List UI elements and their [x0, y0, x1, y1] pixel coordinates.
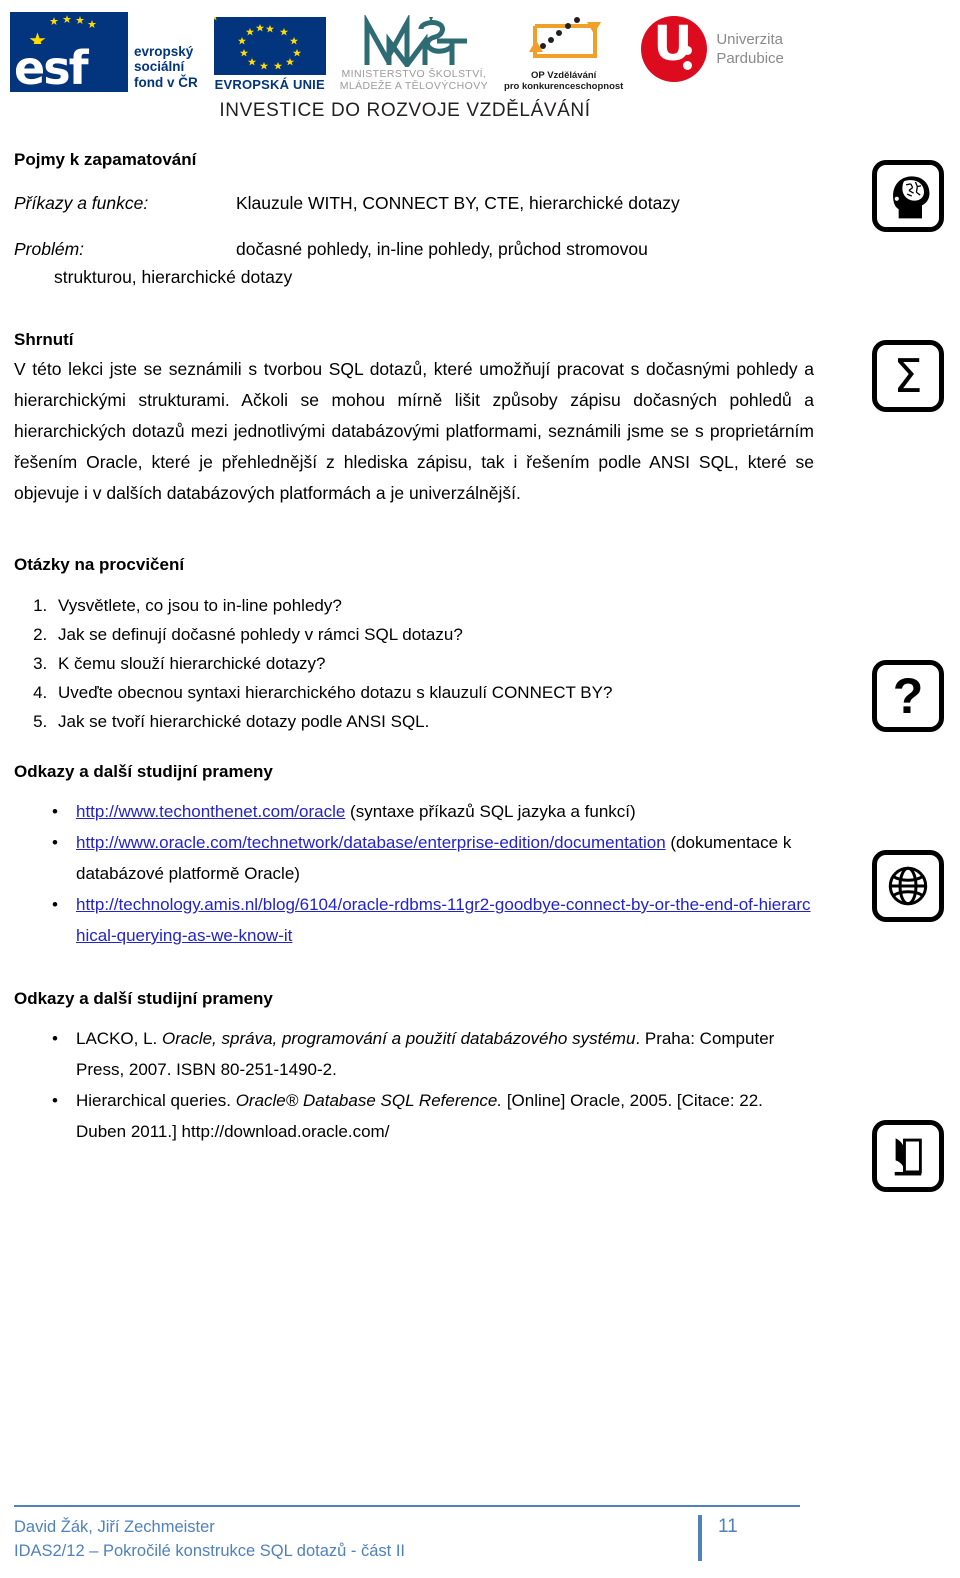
footer-text-block: David Žák, Jiří Zechmeister IDAS2/12 – P…	[14, 1515, 698, 1563]
citation-title: Oracle® Database SQL Reference.	[235, 1091, 503, 1110]
external-link[interactable]: http://www.techonthenet.com/oracle	[76, 802, 345, 821]
msmt-caption-line-1: MINISTERSTVO ŠKOLSTVÍ,	[341, 68, 487, 80]
list-item: http://technology.amis.nl/blog/6104/orac…	[52, 889, 814, 951]
questions-section-heading: Otázky na procvičení	[14, 555, 185, 574]
esf-caption-line-1: evropský	[134, 43, 194, 59]
citation-prefix: Hierarchical queries.	[76, 1091, 236, 1110]
upce-circle-mark: U	[641, 16, 708, 82]
question-mark-icon: ?	[872, 660, 944, 732]
list-item: K čemu slouží hierarchické dotazy?	[52, 649, 814, 678]
opvk-caption-line-1: OP Vzdělávání	[531, 70, 597, 81]
terms-value-commands: Klauzule WITH, CONNECT BY, CTE, hierarch…	[236, 193, 680, 213]
msmt-mark-icon	[359, 13, 469, 70]
globe-icon	[872, 850, 944, 922]
links-section-heading: Odkazy a další studijní prameny	[14, 762, 273, 781]
msmt-caption: MINISTERSTVO ŠKOLSTVÍ, MLÁDEŽE A TĚLOVÝC…	[340, 68, 488, 92]
brain-head-glyph	[877, 165, 939, 227]
opvk-mark-icon	[521, 16, 607, 68]
list-item: Jak se tvoří hierarchické dotazy podle A…	[52, 707, 814, 736]
header-logo-strip: esf evropský sociální fond v ČR EVROPSKÁ…	[0, 0, 960, 140]
list-item: http://www.techonthenet.com/oracle (synt…	[52, 796, 814, 827]
bibliography-icon-slot	[872, 1120, 948, 1192]
page-number: 11	[718, 1516, 738, 1537]
globe-glyph	[877, 855, 939, 917]
footer-body: David Žák, Jiří Zechmeister IDAS2/12 – P…	[14, 1515, 800, 1563]
list-item: LACKO, L. Oracle, správa, programování a…	[52, 1023, 814, 1085]
summary-icon-slot: Σ	[872, 340, 948, 412]
link-note: (syntaxe příkazů SQL jazyka a funkcí)	[345, 802, 636, 821]
question-mark-glyph: ?	[892, 668, 924, 724]
terms-row-problem: Problém: dočasné pohledy, in-line pohled…	[14, 236, 814, 262]
terms-key-commands: Příkazy a funkce:	[14, 193, 149, 213]
terms-key-problem: Problém:	[14, 239, 85, 259]
questions-icon-slot: ?	[872, 660, 948, 732]
footer-vertical-bar	[698, 1515, 702, 1561]
univerzita-pardubice-logo: U Univerzita Pardubice	[641, 6, 784, 92]
msmt-logo: MINISTERSTVO ŠKOLSTVÍ, MLÁDEŽE A TĚLOVÝC…	[340, 6, 488, 92]
opvk-caption: OP Vzdělávání pro konkurenceschopnost	[504, 70, 623, 92]
eu-flag	[209, 13, 326, 75]
sigma-icon: Σ	[872, 340, 944, 412]
esf-caption-line-2: sociální	[134, 59, 185, 74]
esf-logo: esf evropský sociální fond v ČR	[10, 6, 198, 92]
eu-stars-icon	[209, 13, 301, 70]
upce-caption-line-2: Pardubice	[716, 50, 784, 67]
links-list: http://www.techonthenet.com/oracle (synt…	[14, 796, 814, 951]
external-link[interactable]: http://www.oracle.com/technetwork/databa…	[76, 833, 666, 852]
footer-course: IDAS2/12 – Pokročilé konstrukce SQL dota…	[14, 1542, 405, 1560]
page-footer: David Žák, Jiří Zechmeister IDAS2/12 – P…	[14, 1505, 800, 1563]
book-glyph	[877, 1125, 939, 1187]
eu-caption: EVROPSKÁ UNIE	[214, 77, 325, 92]
list-item: Jak se definují dočasné pohledy v rámci …	[52, 620, 814, 649]
opvk-caption-line-2: pro konkurenceschopnost	[504, 81, 624, 92]
footer-divider	[14, 1505, 800, 1507]
brain-head-icon	[872, 160, 944, 232]
terms-section-heading: Pojmy k zapamatování	[14, 150, 197, 169]
bibliography-section-heading: Odkazy a další studijní prameny	[14, 989, 273, 1008]
terms-row-commands: Příkazy a funkce: Klauzule WITH, CONNECT…	[14, 190, 814, 216]
terms-icon-slot	[872, 160, 948, 232]
list-item: http://www.oracle.com/technetwork/databa…	[52, 827, 814, 889]
upce-caption: Univerzita Pardubice	[716, 30, 784, 68]
book-icon	[872, 1120, 944, 1192]
terms-value-problem: dočasné pohledy, in-line pohledy, průcho…	[236, 239, 648, 259]
esf-letters: esf	[14, 41, 89, 95]
page-content: Pojmy k zapamatování Příkazy a funkce: K…	[14, 150, 814, 1147]
questions-list: Vysvětlete, co jsou to in-line pohledy? …	[14, 591, 814, 736]
sigma-glyph: Σ	[893, 349, 923, 403]
op-vzdelavani-logo: OP Vzdělávání pro konkurenceschopnost	[504, 6, 623, 92]
list-item: Uveďte obecnou syntaxi hierarchického do…	[52, 678, 814, 707]
terms-value-problem-continuation: strukturou, hierarchické dotazy	[54, 267, 293, 287]
esf-flag: esf	[10, 12, 128, 92]
upce-caption-line-1: Univerzita	[716, 31, 784, 48]
summary-paragraph: V této lekci jste se seznámili s tvorbou…	[14, 359, 814, 503]
citation-title: Oracle, správa, programování a použití d…	[161, 1029, 636, 1048]
list-item: Hierarchical queries. Oracle® Database S…	[52, 1085, 814, 1147]
esf-caption-line-3: fond v ČR	[134, 74, 198, 90]
list-item: Vysvětlete, co jsou to in-line pohledy?	[52, 591, 814, 620]
esf-caption: evropský sociální fond v ČR	[134, 44, 198, 93]
esf-stars-icon	[30, 15, 97, 44]
citation-prefix: LACKO, L.	[76, 1029, 162, 1048]
investice-banner: INVESTICE DO ROZVOJE VZDĚLÁVÁNÍ	[219, 100, 591, 121]
external-link[interactable]: http://technology.amis.nl/blog/6104/orac…	[76, 895, 811, 945]
bibliography-list: LACKO, L. Oracle, správa, programování a…	[14, 1023, 814, 1147]
eu-logo: EVROPSKÁ UNIE	[209, 6, 326, 92]
msmt-caption-line-2: MLÁDEŽE A TĚLOVÝCHOVY	[339, 80, 489, 92]
logo-row: esf evropský sociální fond v ČR EVROPSKÁ…	[10, 4, 820, 92]
summary-section-heading: Shrnutí	[14, 330, 74, 349]
footer-authors: David Žák, Jiří Zechmeister	[14, 1518, 215, 1536]
links-icon-slot	[872, 850, 948, 922]
